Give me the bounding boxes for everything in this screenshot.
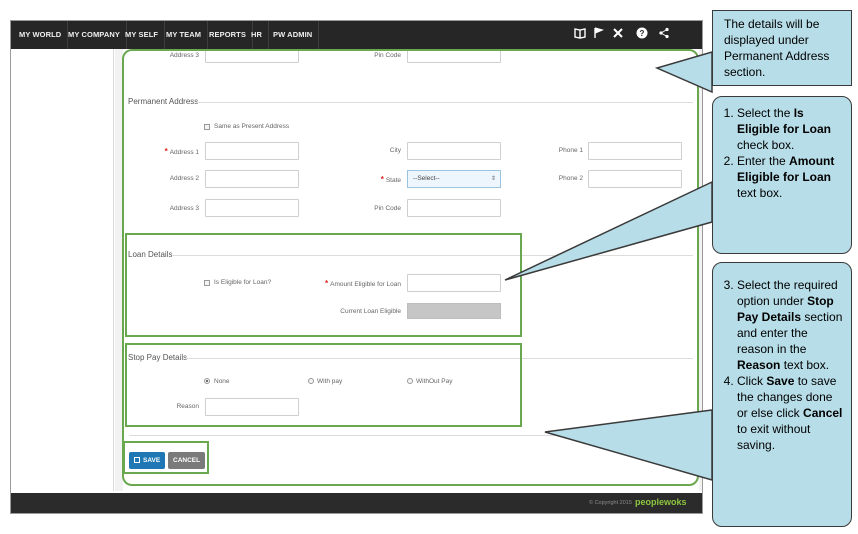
- stop-pay-without-pay-radio[interactable]: [407, 378, 413, 384]
- address1-input[interactable]: [205, 142, 299, 160]
- stop-pay-title: Stop Pay Details: [128, 353, 188, 362]
- callout-permanent-address: The details will be displayed under Perm…: [712, 10, 852, 86]
- loan-details-title: Loan Details: [128, 250, 173, 259]
- stop-pay-with-pay-label: With pay: [317, 378, 343, 385]
- stop-pay-none-label: None: [214, 378, 230, 385]
- address3-input[interactable]: [205, 199, 299, 217]
- is-eligible-loan-checkbox[interactable]: [204, 280, 210, 286]
- permanent-address-title: Permanent Address: [128, 97, 199, 106]
- callout-stop-pay-save-steps: Select the required option under Stop Pa…: [712, 262, 852, 527]
- nav-pw-admin[interactable]: PW ADMIN: [267, 21, 320, 49]
- current-loan-label: Current Loan Eligible: [340, 308, 401, 315]
- current-loan-readonly: [407, 303, 501, 319]
- reason-input[interactable]: [205, 398, 299, 416]
- cancel-button[interactable]: CANCEL: [168, 452, 206, 469]
- address3-label: Address 3: [169, 205, 199, 212]
- stop-pay-with-pay-radio[interactable]: [308, 378, 314, 384]
- svg-text:?: ?: [640, 29, 645, 38]
- flag-icon[interactable]: [591, 27, 605, 43]
- callout-step: Click Save to save the changes done or e…: [737, 373, 843, 453]
- state-select-value: --Select--: [413, 175, 440, 182]
- save-icon: [134, 457, 140, 463]
- share-icon[interactable]: [657, 27, 671, 43]
- state-label: * State: [380, 175, 401, 184]
- left-panel: [11, 49, 114, 491]
- pincode-label: Pin Code: [374, 205, 401, 212]
- nav-hr[interactable]: HR: [245, 21, 270, 49]
- city-label: City: [389, 147, 401, 154]
- app-screenshot: MY WORLD MY COMPANY MY SELF MY TEAM REPO…: [10, 20, 703, 514]
- book-icon[interactable]: [573, 27, 587, 43]
- copyright-text: © Copyright 2015: [589, 500, 632, 506]
- tools-icon[interactable]: [611, 27, 625, 43]
- city-input[interactable]: [407, 142, 501, 160]
- is-eligible-loan-label: Is Eligible for Loan?: [214, 279, 272, 286]
- nav-my-company[interactable]: MY COMPANY: [62, 21, 127, 49]
- address1-label: * Address 1: [164, 147, 199, 156]
- phone1-label: Phone 1: [558, 147, 583, 154]
- callout-loan-steps: Select the Is Eligible for Loan check bo…: [712, 96, 852, 254]
- section-divider: [173, 255, 693, 256]
- nav-my-team[interactable]: MY TEAM: [160, 21, 209, 49]
- footer: © Copyright 2015 peoplewoks: [11, 493, 702, 513]
- phone2-label: Phone 2: [558, 175, 583, 182]
- same-as-present-checkbox[interactable]: [204, 124, 210, 130]
- chevron-down-icon: ⇕: [490, 176, 496, 182]
- save-button[interactable]: SAVE: [129, 452, 166, 469]
- present-pincode-input[interactable]: [407, 49, 501, 63]
- nav-my-self[interactable]: MY SELF: [119, 21, 166, 49]
- stop-pay-none-radio[interactable]: [204, 378, 210, 384]
- section-divider: [196, 102, 693, 103]
- tutorial-figure: MY WORLD MY COMPANY MY SELF MY TEAM REPO…: [0, 0, 858, 534]
- present-address3-label: Address 3: [169, 52, 199, 59]
- help-icon[interactable]: ?: [635, 27, 649, 43]
- section-divider: [129, 435, 693, 436]
- address2-label: Address 2: [169, 175, 199, 182]
- brand-logo: peoplewoks: [635, 497, 687, 507]
- address2-input[interactable]: [205, 170, 299, 188]
- stop-pay-without-pay-label: WithOut Pay: [416, 378, 453, 385]
- same-as-present-label: Same as Present Address: [214, 123, 290, 130]
- callout-step: Enter the Amount Eligible for Loan text …: [737, 153, 843, 201]
- pincode-input[interactable]: [407, 199, 501, 217]
- top-navbar: MY WORLD MY COMPANY MY SELF MY TEAM REPO…: [11, 21, 702, 49]
- callout-step: Select the Is Eligible for Loan check bo…: [737, 105, 843, 153]
- present-pincode-label: Pin Code: [374, 52, 401, 59]
- amount-eligible-input[interactable]: [407, 274, 501, 292]
- callout-step: Select the required option under Stop Pa…: [737, 277, 843, 373]
- present-address3-input[interactable]: [205, 49, 299, 63]
- nav-my-world[interactable]: MY WORLD: [13, 21, 69, 49]
- phone1-input[interactable]: [588, 142, 682, 160]
- state-select[interactable]: --Select-- ⇕: [407, 170, 501, 188]
- reason-label: Reason: [176, 403, 199, 410]
- amount-eligible-label: * Amount Eligible for Loan: [325, 279, 401, 288]
- employee-form: [123, 49, 699, 491]
- callout-text: The details will be displayed under Perm…: [724, 17, 830, 79]
- section-divider: [186, 358, 693, 359]
- phone2-input[interactable]: [588, 170, 682, 188]
